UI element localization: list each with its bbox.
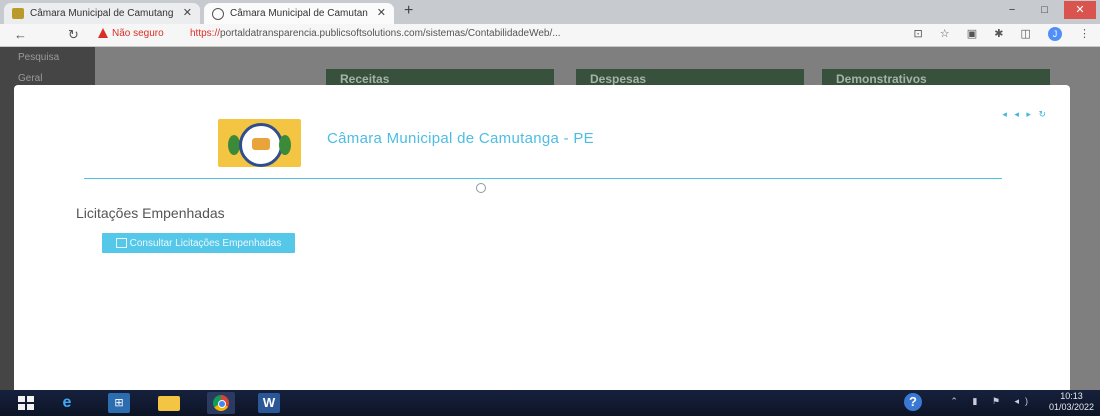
leaf-right-icon: [279, 135, 291, 155]
modal-toolbar: ◂ ◂ ▸ ↻: [997, 109, 1046, 120]
address-bar: ← ↻ Não seguro https://portaldatranspare…: [0, 24, 1100, 47]
file-explorer-icon[interactable]: [158, 396, 180, 411]
organization-title: Câmara Municipal de Camutanga - PE: [327, 130, 594, 147]
security-status[interactable]: Não seguro: [112, 28, 164, 39]
sidebar-item-pesquisa: Pesquisa: [18, 52, 60, 63]
section-title: Licitações Empenhadas: [76, 205, 225, 221]
help-icon[interactable]: ?: [904, 393, 922, 411]
extension-icon[interactable]: ▣: [967, 28, 977, 40]
windows-start-icon[interactable]: [18, 396, 34, 410]
browser-tab-2[interactable]: Câmara Municipal de Camutan ✕: [204, 3, 394, 24]
municipal-logo: [218, 119, 301, 167]
tab-label: Câmara Municipal de Camutang: [30, 8, 174, 19]
circle-icon: [476, 182, 486, 193]
url-field[interactable]: https://portaldatransparencia.publicsoft…: [190, 28, 561, 39]
maximize-button[interactable]: □: [1032, 1, 1058, 19]
header-subline: [476, 182, 490, 193]
internet-explorer-icon[interactable]: e: [56, 393, 78, 413]
store-icon[interactable]: ⊞: [108, 393, 130, 413]
tab-label: Câmara Municipal de Camutan: [230, 8, 368, 19]
consult-button-label: Consultar Licitações Empenhadas: [129, 238, 282, 249]
puzzle-icon[interactable]: ✱: [994, 28, 1003, 40]
sidebar-icon[interactable]: ◫: [1020, 28, 1030, 40]
modal-dialog: ◂ ◂ ▸ ↻ Câmara Municipal de Camutanga - …: [14, 85, 1070, 390]
system-tray-icons[interactable]: ⌃ ▮ ⚑ ◂): [950, 396, 1034, 407]
chrome-icon: [213, 395, 229, 411]
header-divider: [84, 178, 1002, 179]
close-window-button[interactable]: ✕: [1064, 1, 1096, 19]
globe-icon: [212, 8, 224, 20]
previous-icon[interactable]: ◂: [1014, 109, 1019, 119]
taskbar: e ⊞ W ? ⌃ ▮ ⚑ ◂) 10:13 01/03/2022: [0, 390, 1100, 416]
chrome-taskbar-button[interactable]: [207, 392, 235, 414]
window-controls: − □ ✕: [997, 0, 1096, 22]
consult-licitacoes-button[interactable]: Consultar Licitações Empenhadas: [102, 233, 295, 253]
close-tab-icon[interactable]: ✕: [377, 3, 386, 24]
toolbar-icons: ⊡ ☆ ▣ ✱ ◫ J ⋮: [900, 27, 1090, 41]
next-icon[interactable]: ▸: [1026, 109, 1031, 119]
star-icon[interactable]: ☆: [940, 28, 950, 40]
minimize-button[interactable]: −: [999, 1, 1025, 19]
menu-icon[interactable]: ⋮: [1079, 28, 1090, 40]
system-clock[interactable]: 10:13 01/03/2022: [1049, 391, 1094, 413]
word-icon[interactable]: W: [258, 393, 280, 413]
new-tab-button[interactable]: +: [404, 2, 413, 20]
browser-tab-1[interactable]: Câmara Municipal de Camutang ✕: [4, 3, 200, 24]
refresh-icon[interactable]: ↻: [1038, 109, 1046, 119]
browser-tabstrip: Câmara Municipal de Camutang ✕ Câmara Mu…: [0, 0, 1100, 24]
coat-of-arms-icon: [239, 123, 283, 167]
profile-avatar[interactable]: J: [1047, 27, 1062, 41]
clock-date: 01/03/2022: [1048, 402, 1094, 412]
brand-logo-icon: [12, 8, 24, 19]
translate-icon[interactable]: ⊡: [914, 28, 923, 40]
warning-icon: [98, 28, 108, 38]
clock-time: 10:13: [1060, 391, 1083, 401]
first-page-icon[interactable]: ◂: [1002, 109, 1007, 119]
reload-icon[interactable]: ↻: [68, 27, 79, 43]
url-scheme: https://: [190, 28, 221, 39]
page-viewport: Pesquisa Geral Receitas Despesas Demonst…: [0, 47, 1100, 390]
url-text: portaldatransparencia.publicsoftsolution…: [220, 28, 561, 39]
close-tab-icon[interactable]: ✕: [183, 3, 192, 24]
calendar-icon: [115, 238, 127, 249]
back-arrow-icon[interactable]: ←: [14, 27, 27, 42]
